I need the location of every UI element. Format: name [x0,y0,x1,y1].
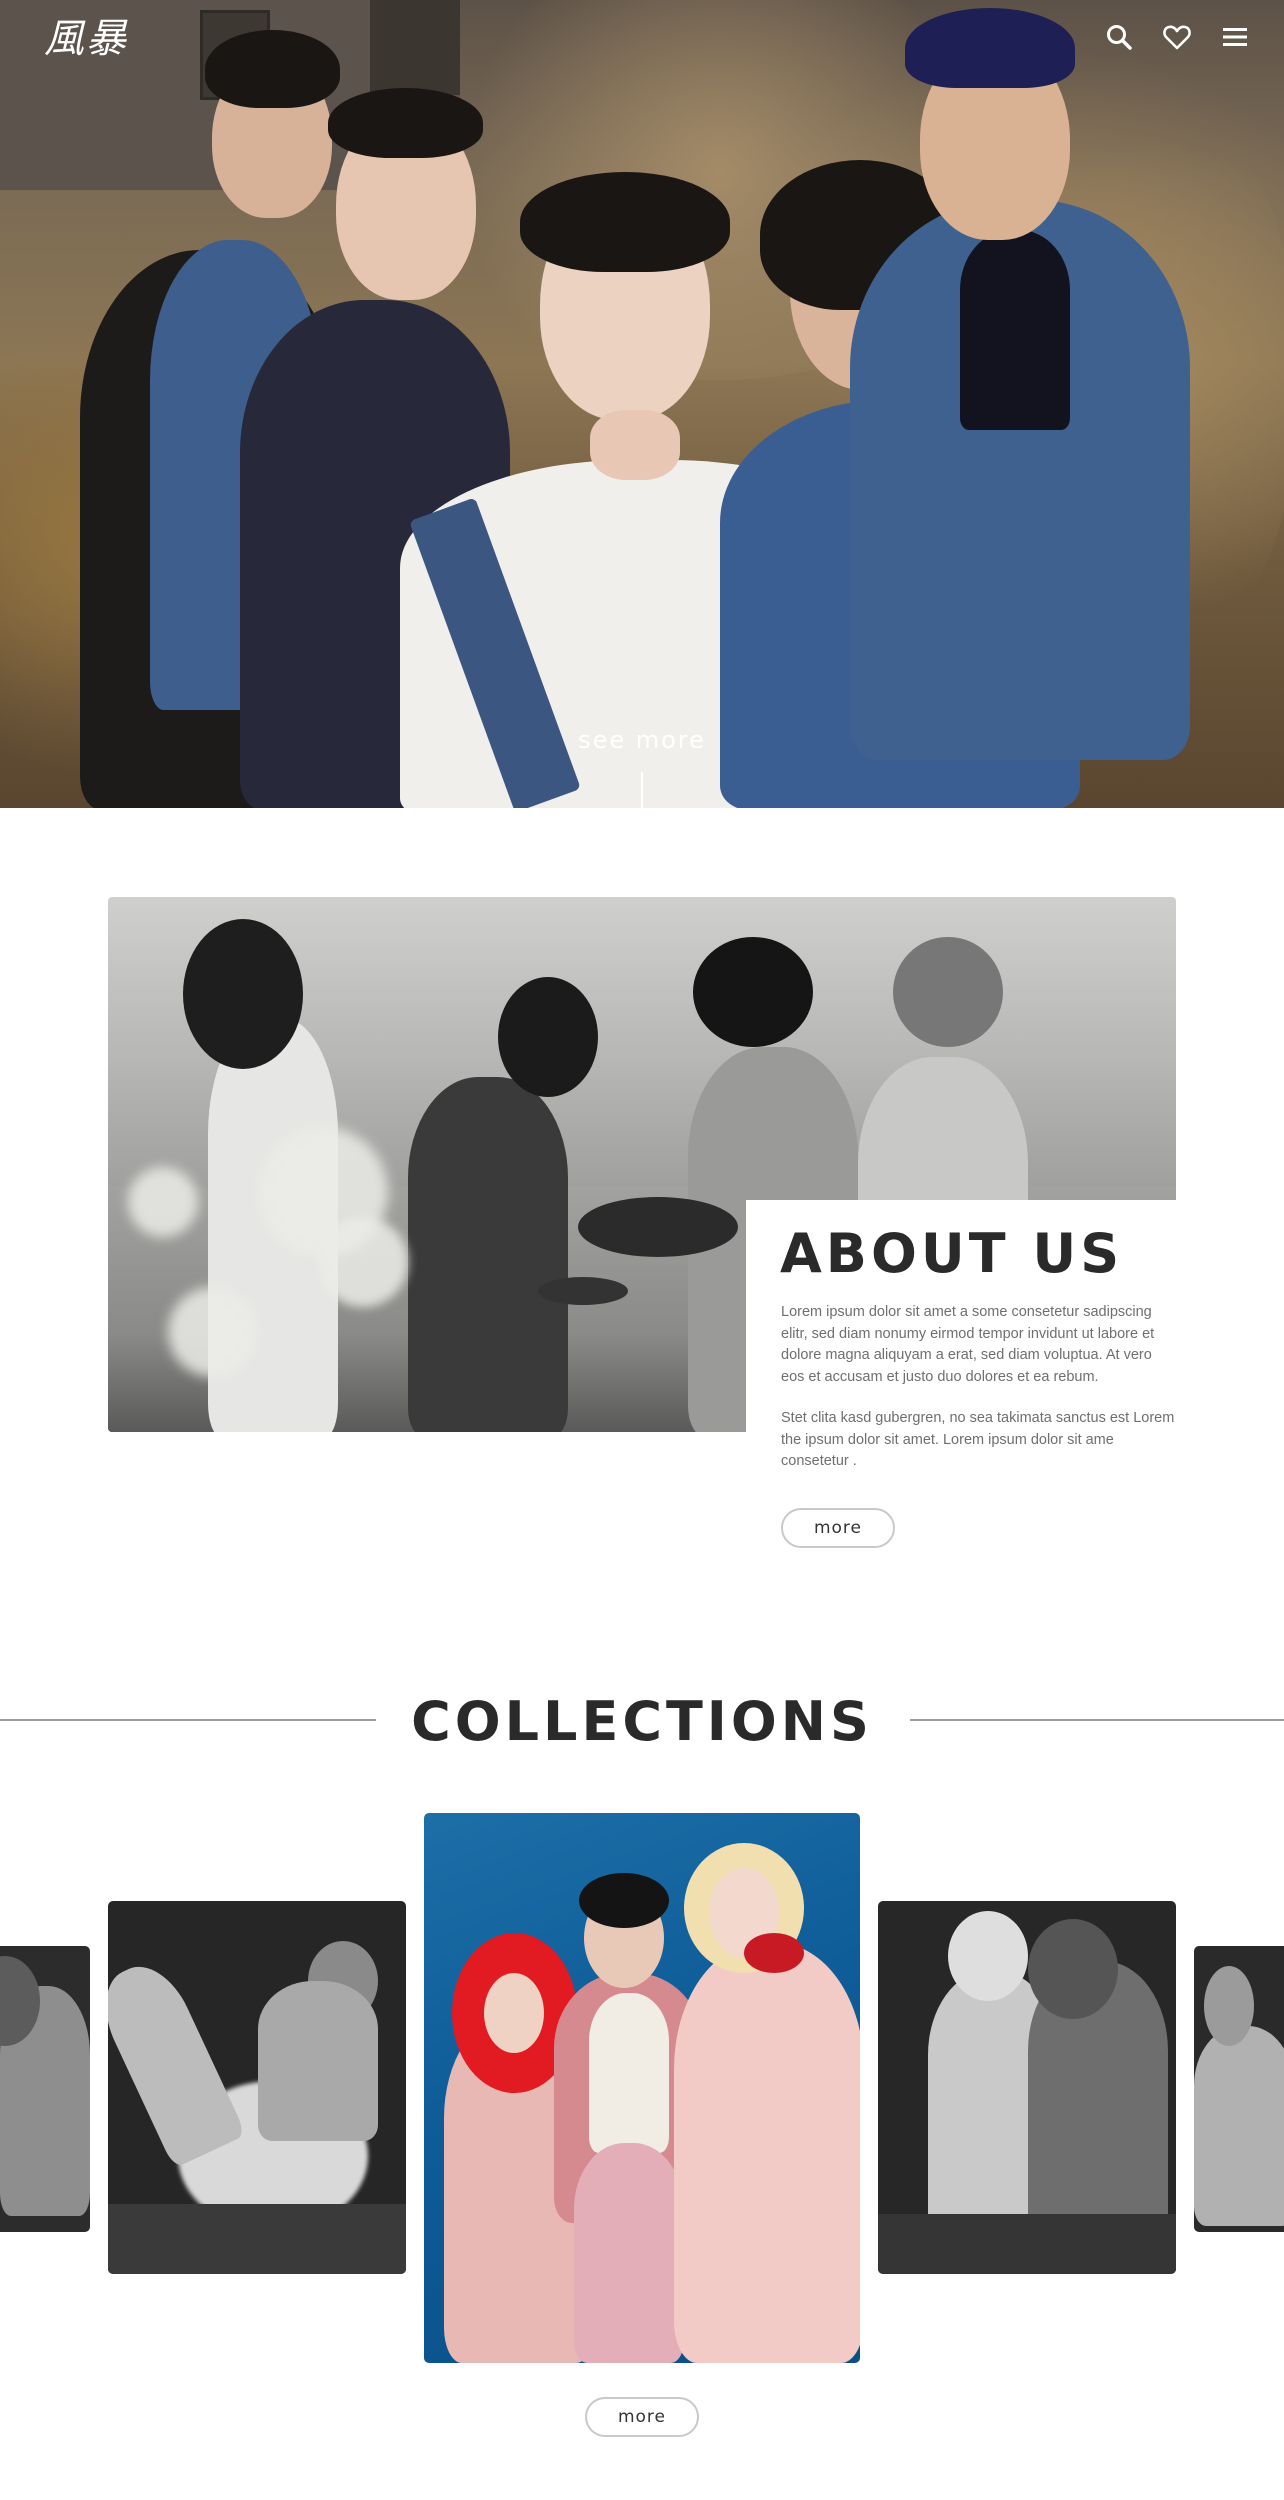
about-paragraph-2: Stet clita kasd gubergren, no sea takima… [781,1410,1175,1469]
collection-card-featured[interactable] [424,1813,860,2363]
collection-card-far-right[interactable] [1194,1946,1284,2232]
about-title: ABOUT US [780,1222,1124,1285]
collection-card-left[interactable] [108,1901,406,2274]
scroll-indicator-line [641,772,643,808]
collections-more-button[interactable]: more [585,2397,699,2437]
search-icon[interactable] [1104,22,1134,52]
header-nav [1104,22,1250,52]
heart-icon[interactable] [1162,22,1192,52]
collection-card-right[interactable] [878,1901,1176,2274]
collection-card-far-left[interactable] [0,1946,90,2232]
about-paragraph-1: Lorem ipsum dolor sit amet a some conset… [781,1304,1155,1385]
menu-icon[interactable] [1220,22,1250,52]
about-more-button[interactable]: more [781,1508,895,1548]
see-more-link[interactable]: see more [0,726,1284,754]
collections-title: COLLECTIONS [411,1690,873,1753]
hero-banner: 風暴 see more [0,0,1284,808]
brand-logo[interactable]: 風暴 [40,14,132,64]
